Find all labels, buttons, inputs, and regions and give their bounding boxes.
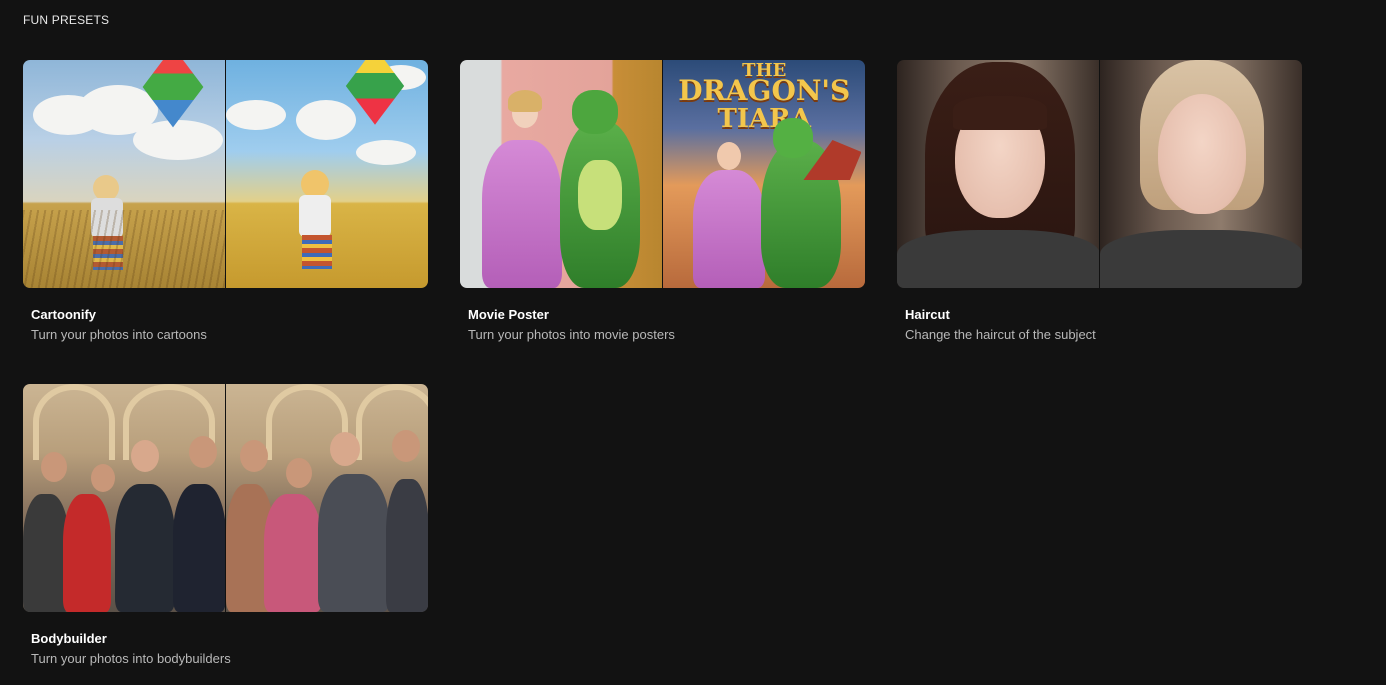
preset-title: Movie Poster	[468, 307, 549, 322]
preset-description: Turn your photos into movie posters	[468, 327, 675, 342]
preset-description: Change the haircut of the subject	[905, 327, 1096, 342]
after-image	[226, 60, 428, 288]
preset-thumbnail-bodybuilder[interactable]	[23, 384, 428, 612]
after-image	[1100, 60, 1302, 288]
after-image	[226, 384, 428, 612]
preset-card-movie-poster[interactable]: THE DRAGON'S TIARA Movie Poster Turn you…	[460, 60, 865, 343]
after-image: THE DRAGON'S TIARA	[663, 60, 865, 288]
preset-thumbnail-cartoonify[interactable]	[23, 60, 428, 288]
preset-thumbnail-haircut[interactable]	[897, 60, 1302, 288]
preset-title: Bodybuilder	[31, 631, 107, 646]
section-title: FUN PRESETS	[23, 13, 110, 27]
preset-title: Haircut	[905, 307, 950, 322]
before-image	[460, 60, 662, 288]
poster-title-line3: TIARA	[717, 104, 811, 134]
preset-card-haircut[interactable]: Haircut Change the haircut of the subjec…	[897, 60, 1302, 343]
preset-thumbnail-movie-poster[interactable]: THE DRAGON'S TIARA	[460, 60, 865, 288]
before-image	[23, 384, 225, 612]
preset-title: Cartoonify	[31, 307, 96, 322]
preset-description: Turn your photos into bodybuilders	[31, 651, 231, 666]
preset-description: Turn your photos into cartoons	[31, 327, 207, 342]
poster-title-line2: DRAGON'S	[678, 74, 851, 107]
preset-card-cartoonify[interactable]: Cartoonify Turn your photos into cartoon…	[23, 60, 428, 343]
preset-card-bodybuilder[interactable]: Bodybuilder Turn your photos into bodybu…	[23, 384, 428, 667]
before-image	[897, 60, 1099, 288]
before-image	[23, 60, 225, 288]
